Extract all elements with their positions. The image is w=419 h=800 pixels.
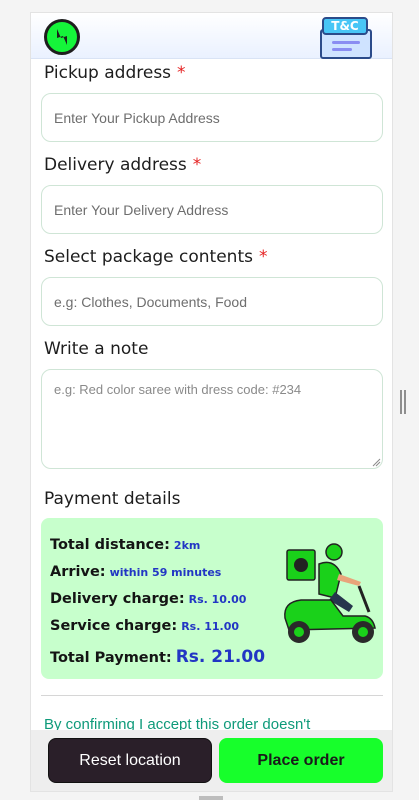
drag-handle-icon[interactable] — [400, 390, 406, 414]
pay-row-value: 2km — [173, 539, 201, 552]
pickup-input[interactable] — [54, 109, 370, 126]
pay-row-label: Delivery charge: — [50, 591, 185, 607]
required-mark: * — [192, 155, 202, 175]
top-bar: T&C — [31, 13, 392, 59]
total-distance-row: Total distance: 2km — [50, 537, 200, 553]
pay-total-value: Rs. 21.00 — [175, 647, 266, 667]
delivery-label: Delivery address * — [44, 155, 201, 175]
payment-details-box: Total distance: 2km Arrive: within 59 minu… — [41, 518, 383, 679]
required-mark: * — [258, 247, 268, 267]
pay-total-label: Total Payment: — [50, 650, 172, 666]
contents-field[interactable] — [41, 277, 383, 326]
resize-grip-icon[interactable] — [371, 457, 381, 467]
terms-conditions-icon[interactable]: T&C — [320, 17, 372, 59]
divider — [41, 695, 383, 696]
required-mark: * — [177, 63, 186, 83]
place-order-button[interactable]: Place order — [219, 738, 383, 783]
note-label: Write a note — [44, 339, 149, 359]
pay-row-value: within 59 minutes — [109, 566, 222, 579]
pay-row-label: Arrive: — [50, 564, 106, 580]
pay-row-label: Service charge: — [50, 618, 178, 634]
reset-location-button[interactable]: Reset location — [48, 738, 212, 783]
contents-label-text: Select package contents — [44, 247, 253, 267]
action-footer: Reset location Place order — [31, 730, 392, 791]
delivery-label-text: Delivery address — [44, 155, 187, 175]
lightning-bolt-icon[interactable] — [44, 19, 80, 55]
pay-row-value: Rs. 11.00 — [181, 620, 240, 633]
delivery-input[interactable] — [54, 201, 370, 218]
delivery-rider-illustration — [284, 543, 376, 643]
delivery-field[interactable] — [41, 185, 383, 234]
contents-input[interactable] — [54, 293, 370, 310]
service-charge-row: Service charge: Rs. 11.00 — [50, 618, 239, 634]
pickup-label-text: Pickup address — [44, 63, 172, 83]
tc-line — [332, 41, 360, 44]
tc-line — [332, 48, 352, 51]
arrive-row: Arrive: within 59 minutes — [50, 564, 221, 580]
note-textarea[interactable] — [41, 369, 383, 469]
pay-row-value: Rs. 10.00 — [188, 593, 247, 606]
total-payment-row: Total Payment: Rs. 21.00 — [50, 647, 265, 667]
pickup-field[interactable] — [41, 93, 383, 142]
delivery-charge-row: Delivery charge: Rs. 10.00 — [50, 591, 246, 607]
payment-title: Payment details — [44, 489, 181, 509]
bottom-handle — [199, 796, 223, 800]
contents-label: Select package contents * — [44, 247, 267, 267]
order-panel: T&C Pickup address* Delivery address* Se… — [30, 12, 393, 792]
pickup-label: Pickup address * — [44, 63, 186, 83]
pay-row-label: Total distance: — [50, 537, 170, 553]
tc-badge-label: T&C — [322, 17, 368, 35]
